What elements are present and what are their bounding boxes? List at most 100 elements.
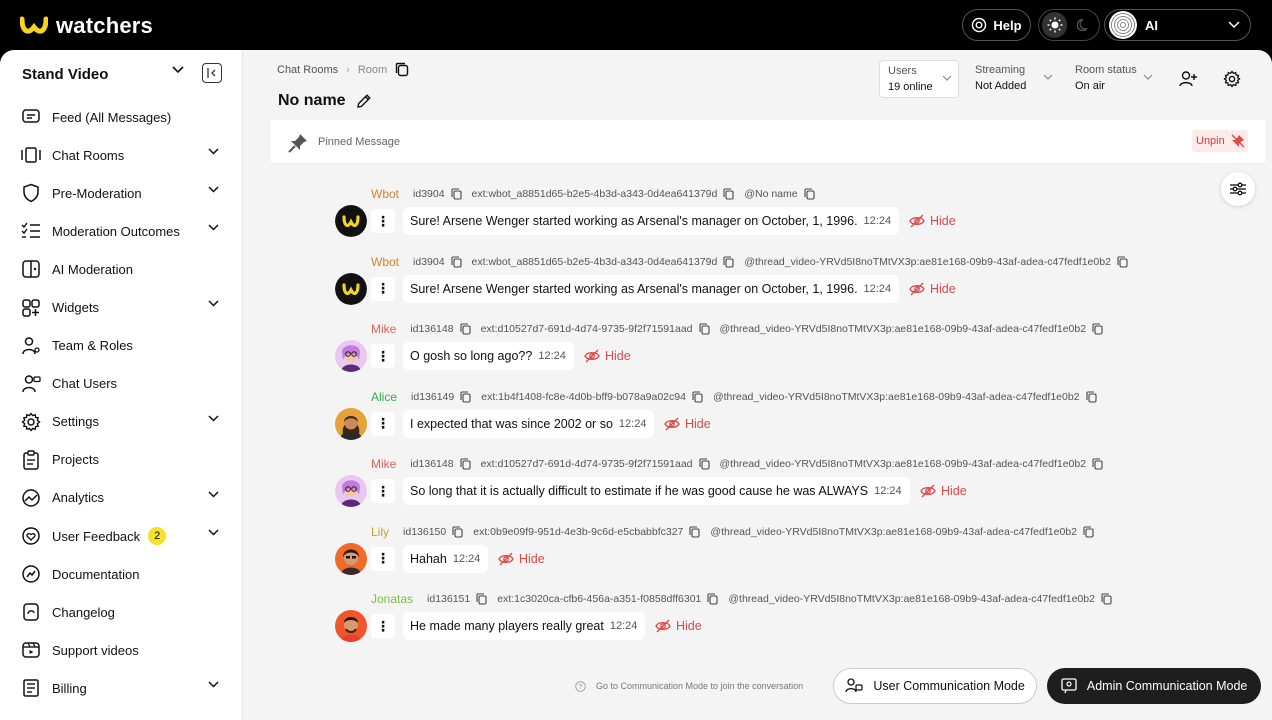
sidebar-item-chat-users[interactable]: Chat Users <box>20 365 225 403</box>
copy-icon[interactable] <box>450 255 462 268</box>
users-filter[interactable]: Users 19 online <box>879 60 959 98</box>
communication-hint-text: Go to Communication Mode to join the con… <box>596 681 804 691</box>
copy-icon[interactable] <box>692 390 703 403</box>
sidebar-item-moderation-outcomes[interactable]: Moderation Outcomes <box>20 212 225 250</box>
copy-icon[interactable] <box>460 458 471 470</box>
message-menu-button[interactable]: ⋮ <box>371 276 395 301</box>
message-author[interactable]: Alice <box>371 390 397 404</box>
user-communication-mode-button[interactable]: User Communication Mode <box>833 668 1038 704</box>
avatar[interactable] <box>335 205 367 237</box>
sidebar-item-user-feedback[interactable]: User Feedback 2 <box>20 517 225 555</box>
copy-icon[interactable] <box>1092 323 1103 335</box>
message-menu-button[interactable]: ⋮ <box>371 209 395 233</box>
breadcrumb-chat-rooms[interactable]: Chat Rooms <box>277 64 338 76</box>
hide-label: Hide <box>941 484 967 498</box>
avatar[interactable] <box>335 542 367 575</box>
hide-message-button[interactable]: Hide <box>920 484 967 498</box>
copy-icon[interactable] <box>723 188 734 200</box>
pin-icon <box>288 134 307 153</box>
message-author[interactable]: Jonatas <box>371 592 413 606</box>
sidebar-item-analytics[interactable]: Analytics <box>20 479 225 517</box>
message-menu-button[interactable]: ⋮ <box>371 546 395 571</box>
message-menu-button[interactable]: ⋮ <box>371 344 395 368</box>
sidebar-item-team-roles[interactable]: Team & Roles <box>20 327 225 365</box>
sidebar-item-widgets[interactable]: Widgets <box>20 288 225 326</box>
sidebar-item-chat-rooms[interactable]: Chat Rooms <box>20 136 225 174</box>
admin-communication-mode-button[interactable]: Admin Communication Mode <box>1047 668 1262 704</box>
sidebar-item-pre-moderation[interactable]: Pre-Moderation <box>20 174 225 212</box>
hide-message-button[interactable]: Hide <box>498 552 545 566</box>
copy-icon[interactable] <box>1085 390 1097 403</box>
copy-icon[interactable] <box>723 255 734 268</box>
dark-theme-option[interactable] <box>1071 12 1096 38</box>
sidebar-item-billing[interactable]: Billing <box>20 669 225 707</box>
copy-icon[interactable] <box>804 188 815 200</box>
avatar[interactable] <box>335 407 367 440</box>
message-author[interactable]: Mike <box>371 457 396 471</box>
copy-icon[interactable] <box>450 188 462 200</box>
message-meta: Wbot id3904 ext:wbot_a8851d65-b2e5-4b3d-a3… <box>371 187 825 201</box>
collapse-sidebar-button[interactable] <box>202 63 222 83</box>
hide-message-button[interactable]: Hide <box>664 417 711 431</box>
avatar[interactable] <box>335 610 367 642</box>
message-menu-button[interactable]: ⋮ <box>371 479 395 503</box>
message-bubble: Sure! Arsene Wenger started working as A… <box>403 274 900 303</box>
avatar[interactable] <box>335 475 367 507</box>
message-menu-button[interactable]: ⋮ <box>371 411 395 436</box>
copy-icon[interactable] <box>460 323 471 335</box>
copy-icon[interactable] <box>1092 458 1103 470</box>
sidebar-item-documentation[interactable]: Documentation <box>20 555 225 593</box>
add-user-icon[interactable] <box>1179 70 1197 88</box>
chevron-down-icon <box>208 224 219 231</box>
avatar[interactable] <box>335 272 367 305</box>
more-vertical-icon: ⋮ <box>376 280 390 296</box>
sidebar-item-label: Documentation <box>52 566 140 582</box>
chat-users-icon <box>20 373 42 395</box>
copy-icon[interactable] <box>395 62 409 77</box>
gear-icon[interactable] <box>1223 70 1241 88</box>
sidebar-item-feed-all-messages[interactable]: Feed (All Messages) <box>20 98 225 136</box>
copy-icon[interactable] <box>1117 255 1128 268</box>
message-author[interactable]: Mike <box>371 322 396 336</box>
hide-message-button[interactable]: Hide <box>584 349 631 363</box>
project-selector[interactable]: Stand Video <box>22 63 222 84</box>
streaming-filter[interactable]: Streaming Not Added <box>967 60 1059 98</box>
brand-logo[interactable]: watchers <box>20 13 153 39</box>
copy-icon[interactable] <box>707 593 718 605</box>
sidebar-item-changelog[interactable]: Changelog <box>20 593 225 631</box>
copy-icon[interactable] <box>698 458 710 470</box>
copy-icon[interactable] <box>452 525 463 538</box>
message-author[interactable]: Wbot <box>371 255 399 269</box>
pencil-icon[interactable] <box>356 93 372 109</box>
lifebuoy-icon <box>972 17 987 33</box>
copy-icon[interactable] <box>689 525 700 538</box>
hide-message-button[interactable]: Hide <box>909 282 956 296</box>
sidebar-item-support-videos[interactable]: Support videos <box>20 631 225 669</box>
light-theme-option[interactable] <box>1042 12 1067 38</box>
chevron-down-icon <box>208 300 219 308</box>
unpin-button[interactable]: Unpin <box>1192 130 1248 152</box>
sidebar-item-settings[interactable]: Settings <box>20 403 225 441</box>
copy-icon[interactable] <box>460 390 471 403</box>
message-meta: Mike id136148 ext:d10527d7-691d-4d74-9735-… <box>371 322 1113 336</box>
avatar[interactable] <box>335 340 367 372</box>
copy-icon[interactable] <box>698 323 710 335</box>
hide-message-button[interactable]: Hide <box>909 214 956 228</box>
copy-icon[interactable] <box>476 593 487 605</box>
main-panel: Chat Rooms › Room No name Users 19 onlin… <box>243 50 1272 720</box>
message-author[interactable]: Wbot <box>371 187 399 201</box>
message-author[interactable]: Lily <box>371 525 389 539</box>
message-thread: @No name <box>744 188 798 200</box>
hide-message-button[interactable]: Hide <box>655 619 702 633</box>
message-time: 12:24 <box>863 282 892 295</box>
user-menu[interactable]: AI <box>1104 9 1251 41</box>
room-status-filter[interactable]: Room status On air <box>1067 60 1159 98</box>
help-button[interactable]: Help <box>962 9 1031 41</box>
sidebar-item-ai-moderation[interactable]: AI Moderation <box>20 250 225 288</box>
message-time: 12:24 <box>863 215 892 227</box>
theme-toggle[interactable] <box>1038 9 1100 41</box>
sidebar-item-projects[interactable]: Projects <box>20 441 225 479</box>
message-menu-button[interactable]: ⋮ <box>371 614 395 638</box>
copy-icon[interactable] <box>1101 593 1112 605</box>
copy-icon[interactable] <box>1083 525 1094 538</box>
